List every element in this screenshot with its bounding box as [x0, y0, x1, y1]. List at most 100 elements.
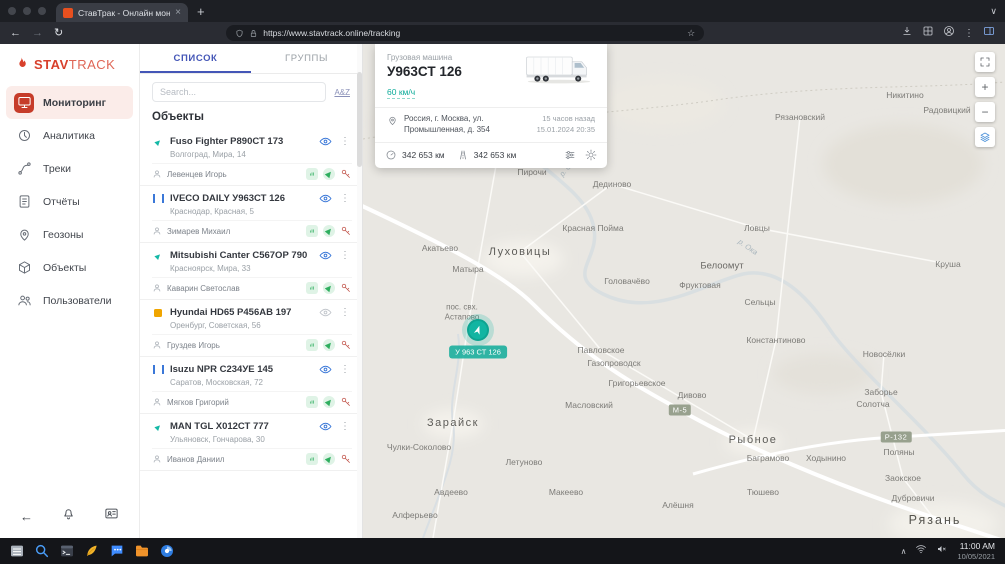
row-menu-icon[interactable]: ⋮ — [338, 308, 352, 318]
chat-app-icon[interactable] — [108, 543, 125, 560]
vehicle-row[interactable]: IVECO DAILY У963СТ 126 ⋮ Краснодар, Крас… — [140, 186, 362, 243]
new-tab-button[interactable]: + — [197, 5, 205, 18]
sensor-status-icon[interactable] — [306, 339, 318, 351]
ignition-key-icon[interactable] — [340, 396, 352, 408]
route-sliders-icon[interactable] — [564, 149, 576, 161]
gps-status-icon[interactable] — [323, 396, 335, 408]
search-input[interactable] — [152, 82, 326, 102]
profile-icon[interactable] — [943, 24, 955, 42]
location-pin-icon — [387, 114, 398, 136]
taskbar-clock[interactable]: 11:00 AM 10/05/2021 — [957, 541, 997, 560]
vehicle-row[interactable]: Fuso Fighter Р890СТ 173 ⋮ Волгоград, Мир… — [140, 129, 362, 186]
vehicle-marker[interactable] — [467, 319, 489, 341]
sidebar-item-geozones[interactable]: Геозоны — [6, 218, 133, 251]
gps-status-icon[interactable] — [323, 282, 335, 294]
sensor-status-icon[interactable] — [306, 282, 318, 294]
ignition-key-icon[interactable] — [340, 225, 352, 237]
window-minimize-icon[interactable] — [23, 7, 31, 15]
row-menu-icon[interactable]: ⋮ — [338, 365, 352, 375]
vehicle-row[interactable]: Isuzu NPR С234УЕ 145 ⋮ Саратов, Московск… — [140, 357, 362, 414]
download-icon[interactable] — [901, 24, 913, 42]
back-icon[interactable]: ← — [10, 28, 21, 39]
extensions-icon[interactable] — [922, 24, 934, 42]
eye-icon[interactable] — [319, 420, 332, 433]
map[interactable]: НикитиноРязановскийРадовицкийСергиевский… — [363, 44, 1005, 538]
url-bar[interactable]: https://www.stavtrack.online/tracking ☆ — [226, 25, 704, 41]
vehicle-row[interactable]: MAN TGL Х012СТ 777 ⋮ Ульяновск, Гончаров… — [140, 414, 362, 471]
browser-tab[interactable]: СтавТрак - Онлайн монитор… × — [56, 3, 188, 22]
reload-icon[interactable]: ↻ — [54, 28, 63, 39]
row-menu-icon[interactable]: ⋮ — [338, 251, 352, 261]
scrollbar-thumb[interactable] — [357, 72, 362, 167]
row-menu-icon[interactable]: ⋮ — [338, 422, 352, 432]
sidebar-item-tracks[interactable]: Треки — [6, 152, 133, 185]
tab-groups[interactable]: ГРУППЫ — [251, 44, 362, 73]
gps-status-icon[interactable] — [323, 168, 335, 180]
ignition-key-icon[interactable] — [340, 339, 352, 351]
tab-list[interactable]: СПИСОК — [140, 44, 251, 73]
map-layers-button[interactable] — [975, 127, 995, 147]
row-menu-icon[interactable]: ⋮ — [338, 137, 352, 147]
gps-status-icon[interactable] — [323, 339, 335, 351]
folder-app-icon[interactable] — [133, 543, 150, 560]
eye-icon[interactable] — [319, 249, 332, 262]
map-label: Масловский — [565, 400, 613, 410]
editor-app-icon[interactable] — [83, 543, 100, 560]
network-icon[interactable] — [915, 542, 927, 560]
sidebar-item-label: Объекты — [43, 262, 86, 274]
files-app-icon[interactable] — [8, 543, 25, 560]
browser-app-icon[interactable] — [158, 543, 175, 560]
sidebar-item-monitoring[interactable]: Мониторинг — [6, 86, 133, 119]
window-maximize-icon[interactable] — [38, 7, 46, 15]
sensor-status-icon[interactable] — [306, 225, 318, 237]
settings-gear-icon[interactable] — [585, 149, 597, 161]
terminal-app-icon[interactable] — [58, 543, 75, 560]
vehicle-row[interactable]: Hyundai HD65 Р456АВ 197 ⋮ Оренбург, Сове… — [140, 300, 362, 357]
sidebar-item-reports[interactable]: Отчёты — [6, 185, 133, 218]
panel-scrollbar[interactable] — [357, 44, 362, 538]
volume-icon[interactable] — [936, 542, 948, 560]
datetime: 15.01.2024 20:35 — [537, 125, 595, 134]
sidebar-toggle-icon[interactable] — [983, 24, 995, 42]
tab-list-chevron-icon[interactable]: ∨ — [990, 6, 997, 17]
collapse-back-button[interactable]: ← — [20, 510, 33, 523]
gps-status-icon[interactable] — [323, 453, 335, 465]
marker-plate-label[interactable]: У 963 СТ 126 — [449, 346, 507, 359]
eye-icon[interactable] — [319, 135, 332, 148]
notifications-bell-icon[interactable] — [61, 506, 76, 526]
zoom-in-button[interactable]: + — [975, 77, 995, 97]
sensor-status-icon[interactable] — [306, 453, 318, 465]
eye-icon[interactable] — [319, 363, 332, 376]
forward-icon[interactable]: → — [32, 28, 43, 39]
map-label: Баграмово — [747, 453, 790, 463]
gps-status-icon[interactable] — [323, 225, 335, 237]
vehicle-name: Mitsubishi Canter С567ОР 790 — [170, 250, 313, 261]
sensor-status-icon[interactable] — [306, 396, 318, 408]
bookmark-star-icon[interactable]: ☆ — [687, 28, 695, 39]
map-fullscreen-button[interactable] — [975, 52, 995, 72]
shield-icon[interactable] — [235, 29, 244, 38]
sensor-status-icon[interactable] — [306, 168, 318, 180]
eye-icon[interactable] — [319, 192, 332, 205]
vehicle-row[interactable]: Mitsubishi Canter С567ОР 790 ⋮ Красноярс… — [140, 243, 362, 300]
vehicle-name: IVECO DAILY У963СТ 126 — [170, 193, 313, 204]
row-menu-icon[interactable]: ⋮ — [338, 194, 352, 204]
vehicle-list: Fuso Fighter Р890СТ 173 ⋮ Волгоград, Мир… — [140, 129, 362, 538]
eye-icon[interactable] — [319, 306, 332, 319]
zoom-out-button[interactable]: − — [975, 102, 995, 122]
vehicle-speed[interactable]: 60 км/ч — [387, 87, 415, 99]
tray-expand-icon[interactable]: ∧ — [901, 547, 907, 556]
sidebar-item-users[interactable]: Пользователи — [6, 284, 133, 317]
ignition-key-icon[interactable] — [340, 282, 352, 294]
ignition-key-icon[interactable] — [340, 453, 352, 465]
sidebar-item-objects[interactable]: Объекты — [6, 251, 133, 284]
account-badge-icon[interactable] — [104, 506, 119, 526]
tab-close-icon[interactable]: × — [175, 8, 181, 18]
map-label: Алёшня — [662, 500, 693, 510]
ignition-key-icon[interactable] — [340, 168, 352, 180]
browser-menu-icon[interactable]: ⋮ — [964, 28, 974, 39]
window-close-icon[interactable] — [8, 7, 16, 15]
search-app-icon[interactable] — [33, 543, 50, 560]
sort-toggle[interactable]: A&Z — [334, 88, 350, 97]
sidebar-item-analytics[interactable]: Аналитика — [6, 119, 133, 152]
